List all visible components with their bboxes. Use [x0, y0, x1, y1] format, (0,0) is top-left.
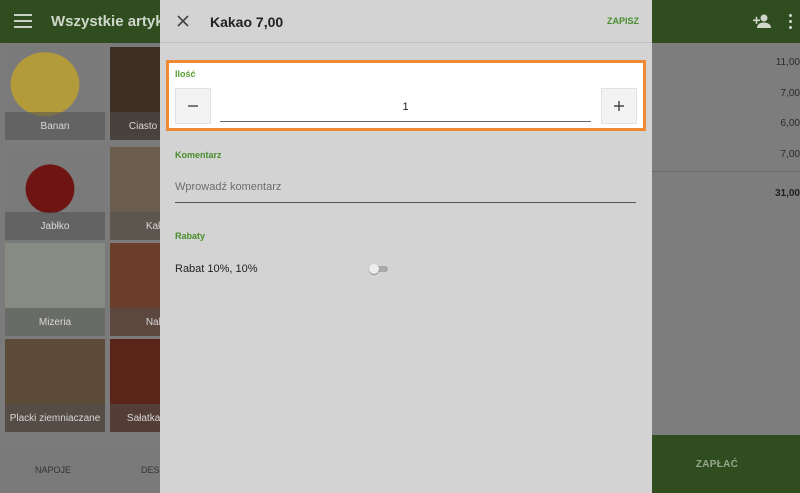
- receipt-total: 31,00: [774, 188, 800, 199]
- receipt-line-price: 11,00: [775, 57, 800, 68]
- product-tile[interactable]: Placki ziemniaczane: [5, 339, 105, 432]
- receipt-line-price: 7,00: [780, 149, 800, 160]
- toggle-thumb: [369, 264, 379, 274]
- discount-toggle[interactable]: [369, 264, 388, 274]
- minus-icon: [188, 105, 198, 107]
- menu-icon[interactable]: [14, 14, 32, 28]
- item-edit-dialog: Kakao 7,00 ZAPISZ Ilość Komentarz Rabaty…: [160, 0, 652, 493]
- product-grid: Banan Ciasto czekol. Jabłko Kakao Mizeri…: [0, 43, 210, 443]
- product-label: Jabłko: [5, 212, 105, 240]
- close-icon[interactable]: [177, 15, 189, 27]
- increment-button[interactable]: [601, 88, 637, 124]
- plus-icon: [614, 101, 624, 111]
- save-button[interactable]: ZAPISZ: [607, 16, 639, 26]
- receipt-panel: 11,00 7,00 6,00 7,00 31,00: [652, 43, 800, 435]
- quantity-input[interactable]: [220, 92, 591, 122]
- discounts-label: Rabaty: [175, 231, 206, 241]
- quantity-label: Ilość: [175, 69, 196, 79]
- dialog-title: Kakao 7,00: [210, 14, 284, 30]
- product-tile[interactable]: Mizeria: [5, 243, 105, 336]
- product-label: Banan: [5, 112, 105, 140]
- comment-input[interactable]: [175, 172, 636, 203]
- receipt-divider: [652, 171, 800, 172]
- product-label: Mizeria: [5, 308, 105, 336]
- product-label: Placki ziemniaczane: [5, 404, 105, 432]
- add-user-icon[interactable]: [753, 13, 771, 29]
- receipt-line-price: 7,00: [780, 88, 800, 99]
- product-tile[interactable]: Jabłko: [5, 147, 105, 240]
- receipt-line-price: 6,00: [780, 118, 800, 129]
- more-vert-icon[interactable]: [789, 14, 793, 30]
- product-tile[interactable]: Banan: [5, 47, 105, 140]
- category-tabs: NAPOJE DESE: [0, 443, 166, 493]
- discount-item-label: Rabat 10%, 10%: [175, 263, 258, 275]
- dialog-header: Kakao 7,00 ZAPISZ: [160, 0, 652, 43]
- tab-napoje[interactable]: NAPOJE: [35, 465, 71, 475]
- comment-label: Komentarz: [175, 150, 222, 160]
- pay-button[interactable]: ZAPŁAĆ: [652, 435, 800, 493]
- quantity-section: Ilość: [166, 60, 646, 131]
- decrement-button[interactable]: [175, 88, 211, 124]
